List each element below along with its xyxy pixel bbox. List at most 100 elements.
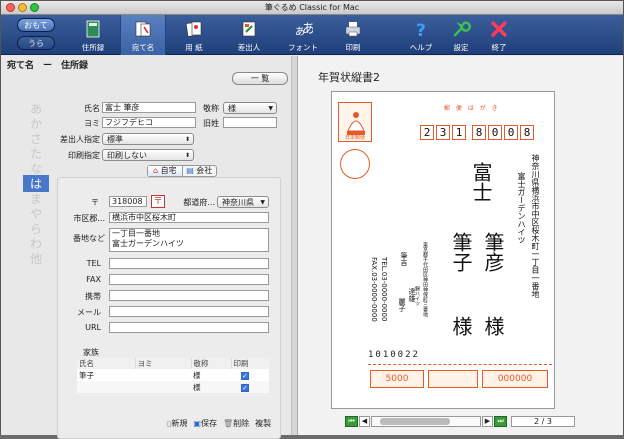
- print-spec-label: 印刷指定: [68, 151, 100, 160]
- tool-help[interactable]: ? ヘルプ: [399, 15, 443, 55]
- family-yomi-cell[interactable]: [135, 369, 191, 381]
- sender-name-1: 筆吉: [400, 252, 408, 266]
- yomi-field[interactable]: フジフデヒコ: [102, 117, 196, 128]
- family-col-name: 氏名: [77, 358, 136, 369]
- zoom-window-button[interactable]: [30, 3, 39, 12]
- minimize-window-button[interactable]: [18, 3, 27, 12]
- ura-toggle[interactable]: うら: [17, 36, 55, 50]
- print-checkbox[interactable]: ✓: [241, 383, 249, 392]
- tool-address-book[interactable]: 住所録: [71, 15, 115, 55]
- city-field[interactable]: 横浜市中区桜木町: [109, 212, 269, 223]
- zip-digit: 8: [520, 125, 534, 140]
- sender-address: 東京都千代田区神田神保町三番地: [422, 242, 428, 317]
- addr-line1: 一丁目一番地: [112, 229, 160, 238]
- table-row[interactable]: 様 ✓: [77, 381, 269, 393]
- omote-toggle[interactable]: おもて: [17, 18, 55, 32]
- name-field[interactable]: 富士 筆彦: [102, 102, 196, 113]
- tool-help-label: ヘルプ: [409, 43, 433, 52]
- family-yomi-cell[interactable]: [135, 381, 191, 393]
- zip-label: 〒: [91, 198, 99, 207]
- mail-field[interactable]: [109, 306, 269, 317]
- trash-icon: 🗑: [222, 419, 234, 428]
- chevron-down-icon: ▼: [268, 105, 273, 112]
- sender-spec-select[interactable]: 標準 ⬍: [102, 133, 194, 145]
- addr-field[interactable]: 一丁目一番地 富士ガーデンハイツ: [109, 228, 269, 252]
- tool-font-label: フォント: [288, 43, 318, 52]
- next-page-button[interactable]: ▶: [482, 416, 493, 427]
- postmark-circle: [340, 149, 370, 179]
- tab-home[interactable]: ⌂ 自宅: [148, 166, 183, 176]
- tool-paper-label: 用 紙: [185, 43, 203, 52]
- tab-company[interactable]: ▤ 会社: [183, 166, 217, 176]
- pref-label: 都道府...: [183, 198, 215, 207]
- fax-field[interactable]: [109, 274, 269, 285]
- last-page-button[interactable]: ⏭: [494, 416, 507, 427]
- sender-icon: [242, 21, 256, 37]
- family-title-cell[interactable]: 様: [191, 369, 231, 381]
- zip-digit: 0: [504, 125, 518, 140]
- print-checkbox[interactable]: ✓: [241, 371, 249, 380]
- tool-sender[interactable]: 差出人: [227, 15, 271, 55]
- recipient-surname: 富士: [469, 162, 493, 202]
- chevron-down-icon: ▼: [260, 199, 265, 206]
- first-page-button[interactable]: ⏮: [345, 416, 358, 427]
- sender-spec-value: 標準: [107, 135, 123, 144]
- kana-index-item[interactable]: 他: [23, 250, 49, 267]
- family-name-cell[interactable]: 筆子: [77, 369, 135, 381]
- family-title-cell[interactable]: 様: [191, 381, 231, 393]
- table-row[interactable]: 筆子 様 ✓: [77, 369, 269, 381]
- recipient-building: 富士ガーデンハイツ: [517, 172, 526, 244]
- print-spec-select[interactable]: 印刷しない ⬍: [102, 149, 194, 161]
- page-indicator: 2 / 3: [511, 416, 575, 427]
- kyusei-field[interactable]: [223, 117, 277, 128]
- sender-spec-label: 差出人指定: [60, 135, 100, 144]
- new-label: 新規: [171, 419, 188, 428]
- save-icon: ▣: [193, 419, 201, 428]
- tool-print[interactable]: 印刷: [331, 15, 375, 55]
- family-table: 氏名 ヨミ 敬称 印刷 筆子 様 ✓ 様 ✓: [77, 358, 269, 393]
- new-button[interactable]: ▯新規: [167, 418, 187, 429]
- zip-search-icon[interactable]: 〒: [151, 195, 165, 208]
- tool-quit[interactable]: 終了: [477, 15, 521, 55]
- scroll-thumb[interactable]: [380, 418, 450, 425]
- toolbar: おもて うら 住所録 宛て名 用 紙 差出人 ああ フォント 印刷 ? ヘルプ: [1, 15, 623, 55]
- sender-zip: 1010022: [368, 350, 420, 360]
- tel-label: TEL: [86, 259, 101, 268]
- tool-sender-label: 差出人: [237, 43, 261, 52]
- title-bar: 筆ぐるめ Classic for Mac: [1, 1, 623, 15]
- zip-digit: 3: [436, 125, 450, 140]
- family-header-row: 氏名 ヨミ 敬称 印刷: [77, 358, 269, 369]
- family-label: 家族: [83, 348, 99, 357]
- tool-paper[interactable]: 用 紙: [172, 15, 216, 55]
- tool-atena[interactable]: 宛て名: [120, 15, 166, 55]
- close-window-button[interactable]: [6, 3, 15, 12]
- save-button[interactable]: ▣保存: [193, 418, 217, 429]
- family-col-yomi: ヨミ: [135, 358, 192, 369]
- honorific-2: 様: [449, 316, 473, 336]
- mobile-field[interactable]: [109, 290, 269, 301]
- delete-button[interactable]: 🗑削除: [223, 418, 249, 429]
- hagaki-label: 郵 便 は が き: [444, 105, 500, 112]
- family-name-cell[interactable]: [77, 381, 135, 393]
- layout-title: 年賀状縦書2: [318, 71, 380, 84]
- addr-line2: 富士ガーデンハイツ: [112, 239, 184, 248]
- page-scrollbar[interactable]: [371, 416, 481, 427]
- list-button[interactable]: 一 覧: [232, 72, 288, 85]
- url-field[interactable]: [109, 322, 269, 333]
- copy-button[interactable]: 複製: [255, 418, 271, 429]
- quit-x-icon: [491, 21, 507, 37]
- tool-address-book-label: 住所録: [81, 43, 105, 52]
- zip-field[interactable]: 318008: [109, 196, 147, 207]
- tel-field[interactable]: [109, 258, 269, 269]
- window-title: 筆ぐるめ Classic for Mac: [264, 3, 360, 12]
- prev-page-button[interactable]: ◀: [359, 416, 370, 427]
- mail-label: メール: [77, 308, 101, 317]
- family-print-cell: ✓: [231, 381, 269, 393]
- tab-company-label: 会社: [196, 166, 213, 175]
- title-select[interactable]: 様 ▼: [223, 102, 277, 114]
- pref-select[interactable]: 神奈川県 ▼: [217, 196, 269, 208]
- tool-font[interactable]: ああ フォント: [281, 15, 325, 55]
- print-spec-value: 印刷しない: [107, 151, 147, 160]
- delete-label: 削除: [233, 419, 250, 428]
- title-select-value: 様: [228, 104, 236, 113]
